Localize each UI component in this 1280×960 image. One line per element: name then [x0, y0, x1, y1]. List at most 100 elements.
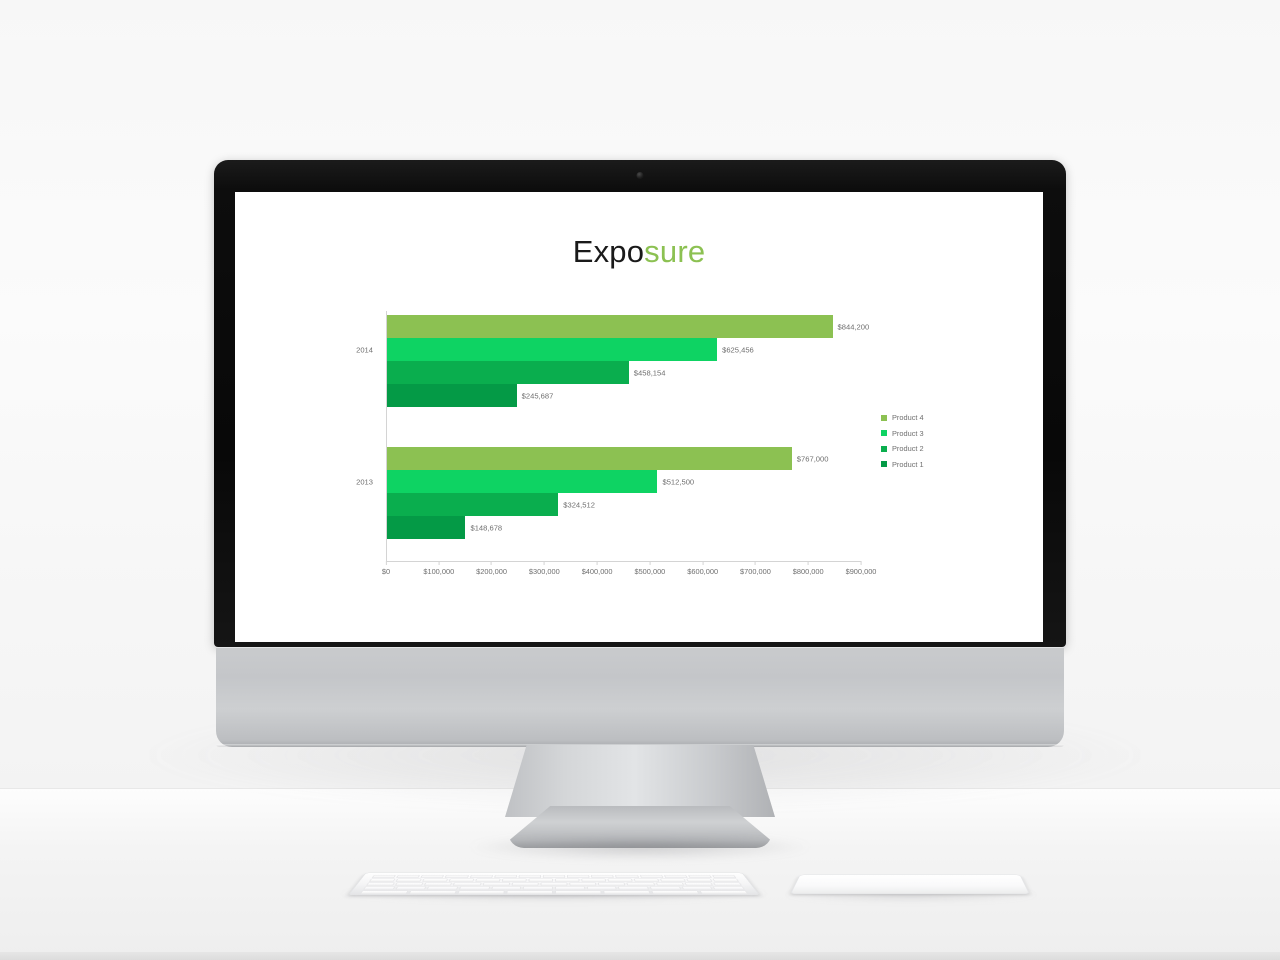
tick-mark	[702, 561, 704, 565]
monitor-chin	[216, 647, 1064, 747]
bar[interactable]	[387, 315, 833, 338]
scene: Exposure $844,200 $625,456 2014 $458,154 $24…	[0, 0, 1280, 960]
tick-mark	[754, 561, 756, 565]
keyboard-body	[348, 872, 760, 895]
keyboard-key[interactable]	[365, 882, 396, 886]
legend-item[interactable]: Product 3	[881, 426, 976, 442]
bar[interactable]	[387, 338, 718, 361]
keyboard-key[interactable]	[540, 882, 568, 886]
tick-label: $300,000	[528, 567, 560, 576]
keyboard-key[interactable]	[626, 882, 655, 886]
keyboard-row	[359, 890, 749, 894]
x-axis-tick: $0	[382, 561, 390, 576]
keyboard-key[interactable]	[458, 886, 490, 890]
keyboard-key[interactable]	[603, 890, 651, 894]
bar-value-label: $512,500	[662, 477, 695, 486]
x-axis-tick: $500,000	[634, 561, 665, 576]
keyboard-row	[362, 886, 746, 890]
bar[interactable]	[387, 447, 792, 470]
keyboard-key[interactable]	[424, 882, 453, 886]
legend-item[interactable]: Product 1	[881, 457, 976, 473]
keyboard-key[interactable]	[362, 886, 396, 890]
x-axis-tick: $800,000	[793, 561, 824, 576]
bar-row[interactable]: $512,500 2013	[356, 470, 861, 493]
chart-plot-area: $844,200 $625,456 2014 $458,154 $245,687 $767…	[356, 307, 876, 576]
bar[interactable]	[387, 361, 629, 384]
keyboard-key[interactable]	[394, 886, 427, 890]
keyboard-key[interactable]	[490, 886, 522, 890]
bar-row[interactable]: $324,512	[387, 493, 861, 516]
keyboard-key[interactable]	[482, 882, 511, 886]
tick-mark	[860, 561, 862, 565]
keyboard-key[interactable]	[618, 886, 650, 890]
keyboard-key[interactable]	[712, 886, 746, 890]
bar[interactable]	[387, 516, 466, 539]
bar-row[interactable]: $625,456 2014	[356, 338, 861, 361]
x-axis-tick: $100,000	[423, 561, 454, 576]
legend-label: Product 1	[892, 459, 924, 469]
keyboard-key[interactable]	[408, 890, 457, 894]
keyboard-key[interactable]	[426, 886, 459, 890]
bar-value-label: $458,154	[633, 368, 666, 377]
legend-item[interactable]: Product 2	[881, 441, 976, 457]
bar-chart[interactable]: $844,200 $625,456 2014 $458,154 $245,687 $767…	[345, 307, 985, 587]
keyboard-key[interactable]	[655, 882, 684, 886]
bar-group: $767,000 $512,500 2013 $324,512 $148,678	[356, 447, 861, 539]
keyboard-key[interactable]	[522, 886, 554, 890]
keyboard-key[interactable]	[457, 890, 505, 894]
x-axis-tick: $600,000	[687, 561, 718, 576]
legend-label: Product 3	[892, 428, 924, 438]
monitor: Exposure $844,200 $625,456 2014 $458,154 $24…	[214, 160, 1066, 747]
keyboard-key[interactable]	[712, 882, 743, 886]
title-first-part: Expo	[572, 234, 645, 269]
tick-mark	[491, 561, 493, 565]
keyboard-key[interactable]	[569, 882, 597, 886]
tick-mark	[807, 561, 809, 565]
keyboard[interactable]	[348, 872, 760, 895]
keyboard-key[interactable]	[554, 886, 586, 890]
x-axis-tick: $200,000	[476, 561, 507, 576]
desk-front-edge	[0, 952, 1280, 960]
bar-value-label: $324,512	[563, 500, 595, 509]
legend-swatch	[881, 445, 887, 452]
tick-label: $500,000	[634, 567, 666, 576]
keyboard-key[interactable]	[554, 890, 602, 894]
bar-row[interactable]: $767,000	[387, 447, 861, 470]
legend-swatch	[881, 414, 887, 421]
tick-label: $400,000	[581, 567, 613, 576]
bar[interactable]	[387, 493, 559, 516]
keyboard-key[interactable]	[651, 890, 700, 894]
legend-item[interactable]: Product 4	[881, 410, 976, 426]
presentation-slide: Exposure $844,200 $625,456 2014 $458,154 $24…	[235, 192, 1043, 642]
tick-label: $600,000	[687, 567, 719, 576]
bar-row[interactable]: $148,678	[387, 516, 861, 539]
legend-label: Product 2	[892, 444, 924, 454]
tick-label: $900,000	[845, 567, 877, 576]
keyboard-key[interactable]	[684, 882, 714, 886]
keyboard-key[interactable]	[586, 886, 618, 890]
bar[interactable]	[387, 384, 517, 407]
tick-label: $800,000	[792, 567, 824, 576]
chart-legend[interactable]: Product 4 Product 3 Product 2 Product 1	[881, 410, 976, 472]
keyboard-key[interactable]	[649, 886, 682, 890]
keyboard-key[interactable]	[453, 882, 482, 886]
keyboard-key[interactable]	[681, 886, 714, 890]
keyboard-key[interactable]	[506, 890, 554, 894]
keyboard-key[interactable]	[598, 882, 626, 886]
bar-row[interactable]: $245,687	[387, 384, 861, 407]
keyboard-key[interactable]	[699, 890, 749, 894]
keyboard-key[interactable]	[394, 882, 424, 886]
tick-label: $200,000	[476, 567, 507, 576]
trackpad[interactable]	[790, 874, 1030, 894]
tick-mark	[649, 561, 651, 565]
tick-mark	[596, 561, 598, 565]
keyboard-key[interactable]	[359, 890, 409, 894]
tick-label: $700,000	[740, 567, 771, 576]
monitor-screen[interactable]: Exposure $844,200 $625,456 2014 $458,154 $24…	[235, 192, 1043, 642]
tick-mark	[385, 561, 387, 565]
bar-row[interactable]: $844,200	[387, 315, 869, 338]
keyboard-key[interactable]	[511, 882, 539, 886]
bar-row[interactable]: $458,154	[387, 361, 861, 384]
bar-value-label: $148,678	[470, 523, 503, 532]
bar[interactable]	[387, 470, 658, 493]
